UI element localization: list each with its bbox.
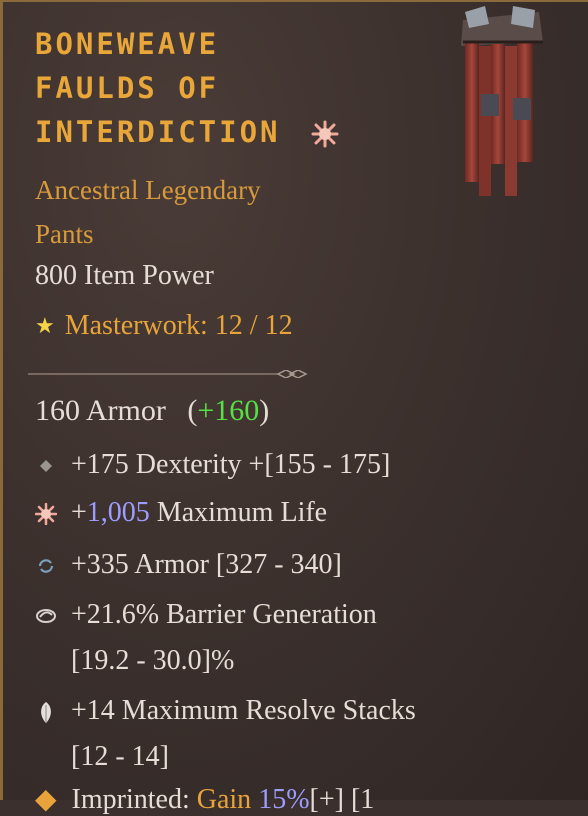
- affix-resolve-stacks: +14 Maximum Resolve Stacks [12 - 14]: [35, 688, 575, 780]
- affix-range: [12 - 14]: [71, 741, 169, 772]
- item-name-line: BONEWEAVE: [35, 27, 220, 61]
- swirl-icon: [36, 609, 56, 623]
- affix-armor: +335 Armor [327 - 340]: [35, 542, 575, 588]
- armor-value: 160 Armor: [35, 394, 166, 427]
- armor-close-paren: ): [259, 394, 270, 427]
- armor-delta: +160: [197, 394, 260, 427]
- diamond-icon: [40, 460, 52, 472]
- feather-icon: [41, 702, 51, 723]
- affix-prefix: +: [71, 497, 87, 528]
- item-name-line: INTERDICTION: [35, 115, 281, 149]
- item-name: BONEWEAVE FAULDS OF INTERDICTION: [35, 22, 435, 154]
- affix-text: +335 Armor [327 - 340]: [71, 549, 342, 580]
- item-slot: Pants: [35, 219, 94, 249]
- masterwork-label: Masterwork: 12 / 12: [64, 310, 293, 341]
- base-armor: 160 Armor (+160): [35, 394, 269, 428]
- item-tooltip: BONEWEAVE FAULDS OF INTERDICTION Ancestr…: [0, 0, 588, 815]
- star-icon: ★: [35, 313, 55, 338]
- affix-dexterity: +175 Dexterity +[155 - 175]: [35, 442, 575, 488]
- affix-value: 1,005: [86, 497, 150, 528]
- masterwork-rank: ★ Masterwork: 12 / 12: [35, 310, 293, 342]
- affix-barrier-generation: +21.6% Barrier Generation [19.2 - 30.0]%: [35, 592, 575, 684]
- rotate-icon: [38, 559, 54, 573]
- ancestral-starburst-icon: [311, 120, 339, 148]
- affix-range: [19.2 - 30.0]%: [71, 645, 235, 676]
- item-power: 800 Item Power: [35, 260, 214, 291]
- section-divider: [28, 370, 308, 378]
- affix-text: +175 Dexterity +[155 - 175]: [71, 449, 391, 480]
- affix-text: +21.6% Barrier Generation: [71, 599, 377, 630]
- affix-suffix: Maximum Life: [149, 497, 328, 528]
- affix-maximum-life: +1,005 Maximum Life: [35, 490, 575, 536]
- item-rarity: Ancestral Legendary: [35, 175, 261, 205]
- armor-open-paren: (: [187, 394, 198, 427]
- item-name-line: FAULDS OF: [35, 71, 220, 105]
- imprinted-aspect: ◆ Imprinted: Gain 15%[+] [1: [35, 782, 374, 816]
- starburst-icon: [35, 503, 57, 525]
- affix-text: +14 Maximum Resolve Stacks: [71, 695, 416, 726]
- pants-item-image: [461, 6, 543, 196]
- item-type: Ancestral Legendary Pants: [35, 168, 395, 256]
